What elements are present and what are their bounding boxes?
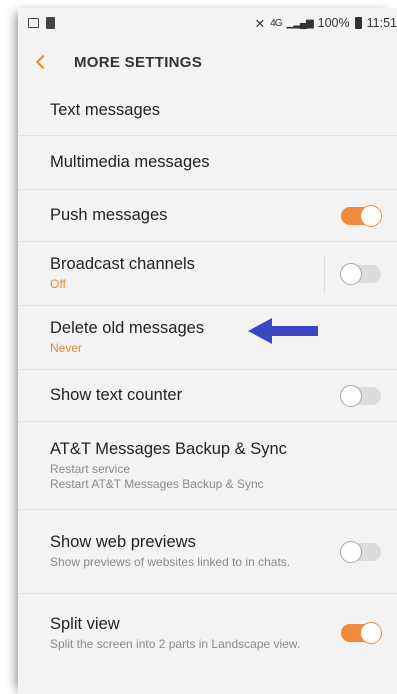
setting-label: Delete old messages <box>50 319 205 338</box>
push-messages-toggle[interactable] <box>341 204 382 227</box>
status-right: ✕ 4G ▁▂▄▆ 100% 11:51 <box>255 16 397 31</box>
setting-description: Show previews of websites linked to in c… <box>50 555 291 570</box>
setting-text-messages[interactable]: Text messages <box>18 86 397 136</box>
setting-description: Restart service <box>50 461 131 476</box>
setting-value: Never <box>50 341 83 356</box>
battery-percent: 100% <box>317 16 350 30</box>
toggle-knob <box>360 204 382 227</box>
setting-label: Push messages <box>50 206 168 224</box>
status-bar: ✕ 4G ▁▂▄▆ 100% 11:51 <box>18 8 397 38</box>
signal-icon: ▁▂▄▆ <box>286 17 314 29</box>
broadcast-channels-toggle[interactable] <box>340 262 381 285</box>
split-view-toggle[interactable] <box>341 622 382 644</box>
setting-show-web-previews[interactable]: Show web previews Show previews of websi… <box>18 510 397 594</box>
mute-icon: ✕ <box>254 16 266 31</box>
setting-value: Off <box>50 277 66 292</box>
toggle-knob <box>340 540 362 563</box>
blue-arrow-annotation-icon <box>248 318 318 344</box>
gallery-notification-icon <box>28 18 39 28</box>
toggle-knob <box>360 622 382 644</box>
setting-delete-old-messages[interactable]: Delete old messages Never <box>18 306 397 370</box>
network-type: 4G <box>270 17 282 29</box>
phone-screen: ✕ 4G ▁▂▄▆ 100% 11:51 MORE SETTINGS Text … <box>18 8 397 694</box>
toggle-knob <box>340 262 362 285</box>
clock: 11:51 <box>366 16 397 30</box>
setting-label: Broadcast channels <box>50 255 195 274</box>
setting-push-messages[interactable]: Push messages <box>18 190 397 242</box>
setting-split-view[interactable]: Split view Split the screen into 2 parts… <box>18 594 397 672</box>
toggle-knob <box>340 384 362 407</box>
setting-label: Show text counter <box>50 386 183 404</box>
page-title: MORE SETTINGS <box>74 53 203 71</box>
battery-icon <box>354 17 362 29</box>
back-chevron-icon[interactable] <box>35 54 51 70</box>
setting-broadcast-channels[interactable]: Broadcast channels Off <box>18 242 397 306</box>
setting-description: Split the screen into 2 parts in Landsca… <box>50 636 301 651</box>
settings-list: Text messages Multimedia messages Push m… <box>18 86 397 672</box>
text-counter-toggle[interactable] <box>340 384 381 407</box>
setting-label: Split view <box>50 614 120 633</box>
app-bar: MORE SETTINGS <box>18 38 397 86</box>
setting-label: Multimedia messages <box>50 153 210 171</box>
divider <box>324 255 325 293</box>
setting-multimedia-messages[interactable]: Multimedia messages <box>18 136 397 190</box>
setting-label: Text messages <box>50 101 161 119</box>
status-left <box>28 17 55 29</box>
sim-notification-icon <box>46 17 55 29</box>
setting-label: Show web previews <box>50 533 196 552</box>
setting-show-text-counter[interactable]: Show text counter <box>18 370 397 422</box>
setting-label: AT&T Messages Backup & Sync <box>50 439 287 458</box>
setting-description: Restart AT&T Messages Backup & Sync <box>50 477 264 491</box>
setting-backup-sync[interactable]: AT&T Messages Backup & Sync Restart serv… <box>18 422 397 510</box>
web-previews-toggle[interactable] <box>340 540 381 563</box>
